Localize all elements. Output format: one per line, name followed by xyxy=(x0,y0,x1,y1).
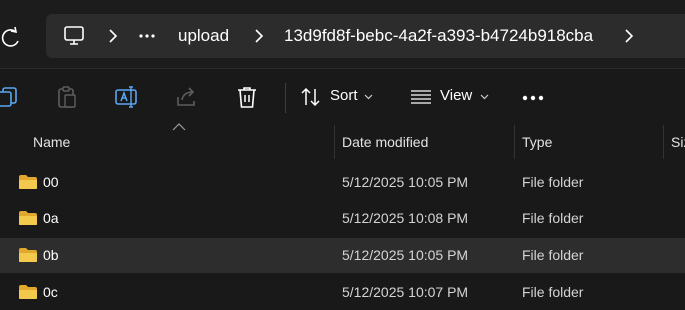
column-resize-handle[interactable] xyxy=(514,125,515,159)
table-row-selected[interactable]: 0b 5/12/2025 10:05 PM File folder xyxy=(0,238,685,273)
share-icon[interactable] xyxy=(174,85,200,109)
table-row[interactable]: 00 5/12/2025 10:05 PM File folder xyxy=(0,165,685,200)
address-bar[interactable]: upload 13d9fd8f-bebc-4a2f-a393-b4724b918… xyxy=(46,14,685,58)
folder-icon xyxy=(19,248,37,262)
sort-button[interactable]: Sort xyxy=(296,69,381,125)
chevron-right-icon[interactable] xyxy=(254,29,264,43)
chevron-down-icon xyxy=(480,94,489,100)
row-type: File folder xyxy=(522,174,584,190)
delete-icon[interactable] xyxy=(234,85,260,109)
copy-icon[interactable] xyxy=(0,85,20,109)
folder-icon xyxy=(19,285,37,299)
row-date-modified: 5/12/2025 10:08 PM xyxy=(342,210,469,226)
row-name: 0b xyxy=(43,247,59,263)
column-resize-handle[interactable] xyxy=(334,125,335,159)
column-resize-handle[interactable] xyxy=(663,125,664,159)
command-bar: Sort View xyxy=(0,69,685,125)
row-date-modified: 5/12/2025 10:05 PM xyxy=(342,174,469,190)
breadcrumb-current-folder[interactable]: 13d9fd8f-bebc-4a2f-a393-b4724b918cba xyxy=(284,14,593,58)
row-name: 00 xyxy=(43,174,59,190)
chevron-right-icon[interactable] xyxy=(108,29,118,43)
column-header: Name Date modified Type Size xyxy=(0,123,685,161)
refresh-icon[interactable] xyxy=(0,26,20,50)
row-date-modified: 5/12/2025 10:07 PM xyxy=(342,284,469,300)
row-date-modified: 5/12/2025 10:05 PM xyxy=(342,247,469,263)
column-header-type[interactable]: Type xyxy=(522,134,552,150)
sort-ascending-icon xyxy=(172,123,186,131)
column-header-size[interactable]: Size xyxy=(671,134,685,150)
chevron-down-icon xyxy=(364,94,373,100)
view-button[interactable]: View xyxy=(406,69,496,125)
more-options-icon[interactable] xyxy=(522,95,544,101)
row-type: File folder xyxy=(522,284,584,300)
row-type: File folder xyxy=(522,247,584,263)
this-pc-icon[interactable] xyxy=(63,26,85,46)
view-icon xyxy=(411,90,431,104)
rename-icon[interactable] xyxy=(114,85,140,109)
breadcrumb-upload[interactable]: upload xyxy=(178,14,229,58)
sort-icon xyxy=(301,87,320,107)
more-crumbs-icon[interactable] xyxy=(139,34,155,38)
paste-icon[interactable] xyxy=(54,85,80,109)
sort-label: Sort xyxy=(330,87,358,104)
row-name: 0c xyxy=(43,284,58,300)
table-row[interactable]: 0a 5/12/2025 10:08 PM File folder xyxy=(0,201,685,236)
chevron-right-icon[interactable] xyxy=(624,29,634,43)
address-area: upload 13d9fd8f-bebc-4a2f-a393-b4724b918… xyxy=(0,0,685,68)
row-name: 0a xyxy=(43,210,59,226)
column-header-date-modified[interactable]: Date modified xyxy=(342,134,428,150)
column-header-size-clip: Size xyxy=(671,125,685,159)
row-type: File folder xyxy=(522,210,584,226)
folder-icon xyxy=(19,211,37,225)
view-label: View xyxy=(440,87,473,104)
folder-icon xyxy=(19,175,37,189)
column-header-name[interactable]: Name xyxy=(33,134,70,150)
toolbar-divider xyxy=(285,83,286,113)
